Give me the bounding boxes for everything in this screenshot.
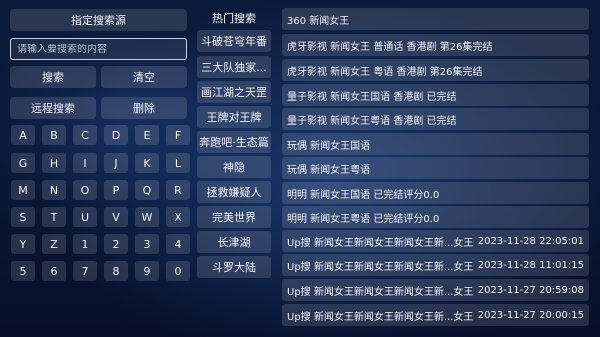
result-row[interactable]: 玩偶 新闻女王国语 <box>282 133 589 155</box>
result-date: 2023-11-27 20:00:15 <box>477 309 584 321</box>
result-date: 2023-11-27 20:59:08 <box>477 284 584 296</box>
key-l[interactable]: L <box>166 153 190 173</box>
key-c[interactable]: C <box>73 125 97 145</box>
key-0[interactable]: 0 <box>166 261 190 281</box>
result-title: 虎牙影视 新闻女王 粤语 香港剧 第26集完结 <box>287 66 483 78</box>
result-title: 明明 新闻女王粤语 已完结评分0.0 <box>287 213 440 225</box>
result-date: 2023-11-28 22:05:01 <box>477 235 584 247</box>
result-title: 明明 新闻女王国语 已完结评分0.0 <box>287 189 440 201</box>
key-v[interactable]: V <box>104 207 128 227</box>
key-x[interactable]: X <box>166 207 190 227</box>
key-d[interactable]: D <box>104 125 128 145</box>
result-date: 2023-11-28 11:01:15 <box>477 259 584 271</box>
key-q[interactable]: Q <box>135 180 159 200</box>
hot-search-item[interactable]: 长津湖 <box>197 231 271 253</box>
key-e[interactable]: E <box>135 125 159 145</box>
key-5[interactable]: 5 <box>11 261 35 281</box>
hot-search-item[interactable]: 拯救嫌疑人 <box>197 181 271 203</box>
hot-search-item[interactable]: 三大队独家... <box>197 56 271 78</box>
key-7[interactable]: 7 <box>73 261 97 281</box>
key-9[interactable]: 9 <box>135 261 159 281</box>
key-g[interactable]: G <box>11 153 35 173</box>
key-8[interactable]: 8 <box>104 261 128 281</box>
result-title: 玩偶 新闻女王国语 <box>287 140 371 152</box>
hot-search-item[interactable]: 画江湖之天罡 <box>197 81 271 103</box>
hot-search-item[interactable]: 完美世界 <box>197 206 271 228</box>
key-w[interactable]: W <box>135 207 159 227</box>
result-row[interactable]: 360 新闻女王 <box>282 8 589 30</box>
result-title: Up搜 新闻女王新闻女王新闻女王新...女王新闻女王 <box>287 237 474 249</box>
key-t[interactable]: T <box>42 207 66 227</box>
key-y[interactable]: Y <box>11 234 35 254</box>
delete-button[interactable]: 删除 <box>101 97 187 119</box>
result-row[interactable]: 明明 新闻女王粤语 已完结评分0.0 <box>282 206 589 228</box>
clear-button[interactable]: 清空 <box>101 66 187 88</box>
result-row[interactable]: 明明 新闻女王国语 已完结评分0.0 <box>282 182 589 204</box>
result-title: Up搜 新闻女王新闻女王新闻女王新...女王新闻女王 <box>287 286 474 298</box>
result-title: 玩偶 新闻女王粤语 <box>287 164 371 176</box>
key-p[interactable]: P <box>104 180 128 200</box>
key-3[interactable]: 3 <box>135 234 159 254</box>
key-1[interactable]: 1 <box>73 234 97 254</box>
result-title: Up搜 新闻女王新闻女王新闻女王新...女王新闻女王 <box>287 261 474 273</box>
key-r[interactable]: R <box>166 180 190 200</box>
key-a[interactable]: A <box>11 125 35 145</box>
result-title: Up搜 新闻女王新闻女王新闻女王新...女王新闻女王 <box>287 311 474 323</box>
key-m[interactable]: M <box>11 180 35 200</box>
hot-search-item[interactable]: 神隐 <box>197 156 271 178</box>
search-input[interactable] <box>17 43 186 55</box>
key-n[interactable]: N <box>42 180 66 200</box>
search-input-box[interactable] <box>10 38 187 60</box>
result-row[interactable]: 量子影视 新闻女王国语 香港剧 已完结 <box>282 84 589 106</box>
result-title: 量子影视 新闻女王国语 香港剧 已完结 <box>287 91 457 103</box>
result-row[interactable]: Up搜 新闻女王新闻女王新闻女王新...女王新闻女王2023-11-28 22:… <box>282 230 589 252</box>
result-row[interactable]: 玩偶 新闻女王粤语 <box>282 157 589 179</box>
result-row[interactable]: 量子影视 新闻女王粤语 香港剧 已完结 <box>282 108 589 130</box>
search-button[interactable]: 搜索 <box>10 66 96 88</box>
result-row[interactable]: Up搜 新闻女王新闻女王新闻女王新...女王新闻女王2023-11-28 11:… <box>282 254 589 276</box>
hot-search-item[interactable]: 奔跑吧·生态篇 <box>197 131 271 153</box>
key-b[interactable]: B <box>42 125 66 145</box>
result-row[interactable]: Up搜 新闻女王新闻女王新闻女王新...女王新闻女王2023-11-27 20:… <box>282 304 589 326</box>
key-i[interactable]: I <box>73 153 97 173</box>
key-2[interactable]: 2 <box>104 234 128 254</box>
key-u[interactable]: U <box>73 207 97 227</box>
hot-search-item[interactable]: 王牌对王牌 <box>197 106 271 128</box>
key-j[interactable]: J <box>104 153 128 173</box>
result-title: 虎牙影视 新闻女王 普通话 香港剧 第26集完结 <box>287 41 493 53</box>
key-s[interactable]: S <box>11 207 35 227</box>
hot-search-title: 热门搜索 <box>212 12 256 25</box>
key-4[interactable]: 4 <box>166 234 190 254</box>
key-z[interactable]: Z <box>42 234 66 254</box>
result-row[interactable]: 虎牙影视 新闻女王 粤语 香港剧 第26集完结 <box>282 59 589 81</box>
key-6[interactable]: 6 <box>42 261 66 281</box>
result-row[interactable]: Up搜 新闻女王新闻女王新闻女王新...女王新闻女王2023-11-27 20:… <box>282 279 589 301</box>
key-f[interactable]: F <box>166 125 190 145</box>
key-h[interactable]: H <box>42 153 66 173</box>
key-o[interactable]: O <box>73 180 97 200</box>
result-row[interactable]: 虎牙影视 新闻女王 普通话 香港剧 第26集完结 <box>282 34 589 56</box>
remote-search-button[interactable]: 远程搜索 <box>10 97 96 119</box>
hot-search-item[interactable]: 斗罗大陆 <box>197 256 271 278</box>
result-title: 量子影视 新闻女王粤语 香港剧 已完结 <box>287 115 457 127</box>
key-k[interactable]: K <box>135 153 159 173</box>
source-select-button[interactable]: 指定搜索源 <box>10 9 187 31</box>
result-title: 360 新闻女王 <box>287 15 350 27</box>
hot-search-item[interactable]: 斗破苍穹年番 <box>197 30 271 52</box>
